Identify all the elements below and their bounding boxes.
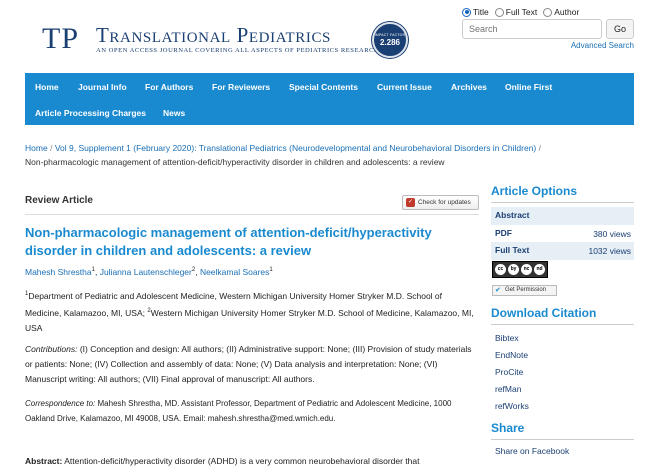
radio-selected-icon[interactable] <box>462 7 471 17</box>
cc-icon: cc <box>495 264 506 275</box>
article-type-label: Review Article <box>25 195 93 206</box>
main-nav: Home Journal Info For Authors For Review… <box>25 73 634 125</box>
creative-commons-license-badge[interactable]: cc by nc nd <box>492 261 548 278</box>
nav-item-special-contents[interactable]: Special Contents <box>289 82 358 92</box>
nav-item-home[interactable]: Home <box>35 82 59 92</box>
search-scope-title[interactable]: Title <box>462 7 489 17</box>
journal-title[interactable]: Translational Pediatrics <box>96 23 331 48</box>
full-text-views: 1032 views <box>588 246 631 256</box>
search-scope-fulltext[interactable]: Full Text <box>494 7 537 17</box>
citation-procite-link[interactable]: ProCite <box>495 367 523 377</box>
contributions-text: (I) Conception and design: All authors; … <box>25 344 472 384</box>
correspondence: Correspondence to: Mahesh Shrestha, MD. … <box>25 396 480 426</box>
noderivs-icon: nd <box>534 264 545 275</box>
author-link[interactable]: Mahesh Shrestha <box>25 267 92 277</box>
author-link[interactable]: Neelkamal Soares <box>200 267 269 277</box>
radio-icon[interactable] <box>543 7 553 17</box>
search-input[interactable] <box>462 19 602 39</box>
nav-item-article-processing-charges[interactable]: Article Processing Charges <box>35 108 146 118</box>
impact-factor-badge: IMPACT FACTOR 2.286 <box>372 22 408 58</box>
pdf-views: 380 views <box>593 229 631 239</box>
check-for-updates-button[interactable]: ✓ Check for updates <box>402 195 479 210</box>
breadcrumb-separator: / <box>50 143 53 153</box>
nav-item-online-first[interactable]: Online First <box>505 82 552 92</box>
option-pdf[interactable]: PDF 380 views <box>491 225 634 243</box>
correspondence-label: Correspondence to: <box>25 399 96 408</box>
site-header: TP Translational Pediatrics AN OPEN ACCE… <box>0 0 660 70</box>
crossmark-icon: ✓ <box>406 198 415 207</box>
divider <box>491 439 634 440</box>
divider <box>491 324 634 325</box>
breadcrumb-separator: / <box>538 143 542 153</box>
contributions: Contributions: (I) Conception and design… <box>25 342 480 387</box>
citation-refman-link[interactable]: refMan <box>495 384 521 394</box>
affiliations: 1Department of Pediatric and Adolescent … <box>25 290 474 333</box>
divider <box>491 202 634 203</box>
breadcrumb-home-link[interactable]: Home <box>25 143 48 153</box>
search-scope-options: Title Full Text Author <box>462 7 579 17</box>
download-citation-heading: Download Citation <box>491 306 597 320</box>
article-title: Non-pharmacologic management of attentio… <box>25 225 432 258</box>
nav-item-for-authors[interactable]: For Authors <box>145 82 193 92</box>
article-options-heading: Article Options <box>491 184 578 198</box>
author-link[interactable]: Julianna Lautenschleger <box>100 267 192 277</box>
citation-bibtex-link[interactable]: Bibtex <box>495 333 519 343</box>
breadcrumb-issue-link[interactable]: Vol 9, Supplement 1 (February 2020): Tra… <box>55 143 536 153</box>
advanced-search-link[interactable]: Advanced Search <box>571 41 634 50</box>
share-facebook-link[interactable]: Share on Facebook <box>495 446 569 456</box>
nav-item-journal-info[interactable]: Journal Info <box>78 82 127 92</box>
share-heading: Share <box>491 421 525 435</box>
contributions-label: Contributions: <box>25 344 78 354</box>
abstract-label: Abstract: <box>25 456 63 466</box>
author-list: Mahesh Shrestha1, Julianna Lautenschlege… <box>25 267 273 277</box>
journal-logo-mark[interactable]: TP <box>42 22 79 56</box>
abstract-text: Attention-deficit/hyperactivity disorder… <box>64 456 420 466</box>
impact-factor-label: IMPACT FACTOR <box>374 33 406 37</box>
breadcrumb-current: Non-pharmacologic management of attentio… <box>25 157 445 167</box>
citation-endnote-link[interactable]: EndNote <box>495 350 528 360</box>
option-full-text[interactable]: Full Text 1032 views <box>491 242 634 260</box>
search-go-button[interactable]: Go <box>606 19 634 39</box>
search-scope-author[interactable]: Author <box>543 7 579 17</box>
divider <box>25 214 479 215</box>
impact-factor-value: 2.286 <box>379 38 401 47</box>
journal-subtitle: AN OPEN ACCESS JOURNAL COVERING ALL ASPE… <box>96 47 380 54</box>
breadcrumb: Home / Vol 9, Supplement 1 (February 202… <box>25 143 541 153</box>
radio-icon[interactable] <box>494 7 504 17</box>
nav-item-news[interactable]: News <box>163 108 185 118</box>
nav-item-archives[interactable]: Archives <box>451 82 487 92</box>
nav-item-current-issue[interactable]: Current Issue <box>377 82 432 92</box>
option-abstract[interactable]: Abstract <box>491 207 634 225</box>
abstract: Abstract: Attention-deficit/hyperactivit… <box>25 456 480 466</box>
attribution-icon: by <box>508 264 519 275</box>
nav-item-for-reviewers[interactable]: For Reviewers <box>212 82 270 92</box>
noncommercial-icon: nc <box>521 264 532 275</box>
citation-refworks-link[interactable]: refWorks <box>495 401 529 411</box>
get-permission-button[interactable]: Get Permission <box>492 285 557 296</box>
